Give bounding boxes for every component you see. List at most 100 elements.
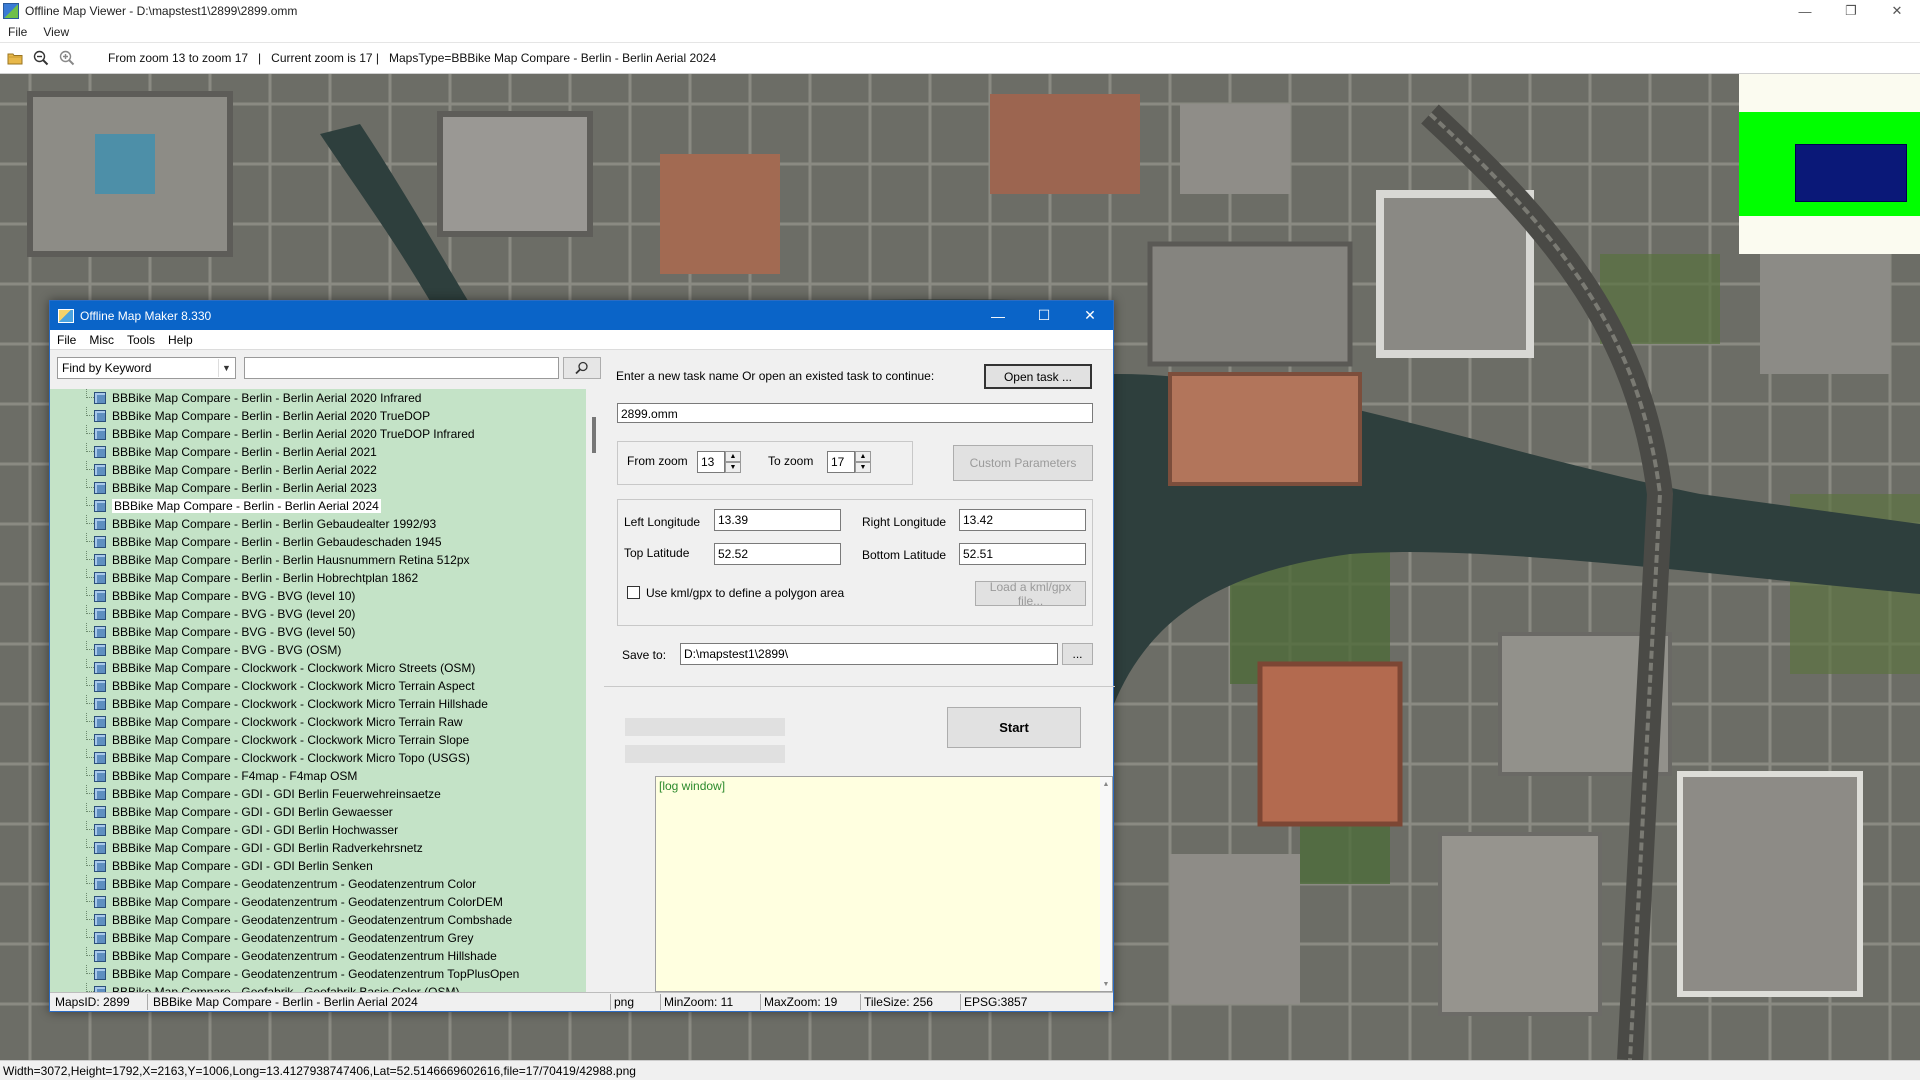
menu-view[interactable]: View	[35, 25, 77, 39]
tree-item[interactable]: BBBike Map Compare - Clockwork - Clockwo…	[50, 731, 586, 749]
tree-item[interactable]: BBBike Map Compare - F4map - F4map OSM	[50, 767, 586, 785]
map-layer-icon	[94, 446, 106, 458]
minimap-viewport[interactable]	[1795, 144, 1907, 202]
minimize-button[interactable]: —	[1782, 0, 1828, 22]
dialog-minimize-button[interactable]: —	[975, 301, 1021, 330]
tree-item[interactable]: BBBike Map Compare - GDI - GDI Berlin Fe…	[50, 785, 586, 803]
close-button[interactable]: ✕	[1874, 0, 1920, 22]
tree-item-label: BBBike Map Compare - Geodatenzentrum - G…	[112, 913, 513, 927]
tree-item-label: BBBike Map Compare - Geodatenzentrum - G…	[112, 895, 503, 909]
tree-item[interactable]: BBBike Map Compare - Berlin - Berlin Aer…	[50, 497, 586, 515]
tree-scrollbar-thumb[interactable]	[592, 417, 596, 453]
from-zoom-spinner[interactable]: ▲ ▼	[725, 451, 741, 473]
tree-item[interactable]: BBBike Map Compare - Berlin - Berlin Aer…	[50, 425, 586, 443]
tree-item[interactable]: BBBike Map Compare - Berlin - Berlin Aer…	[50, 443, 586, 461]
tree-item[interactable]: BBBike Map Compare - GDI - GDI Berlin Ho…	[50, 821, 586, 839]
tree-item-label: BBBike Map Compare - F4map - F4map OSM	[112, 769, 358, 783]
task-name-field[interactable]: 2899.omm	[617, 403, 1093, 423]
tree-item[interactable]: BBBike Map Compare - Berlin - Berlin Aer…	[50, 461, 586, 479]
map-layer-icon	[94, 842, 106, 854]
log-window[interactable]: [log window] ▲ ▼	[655, 776, 1113, 992]
load-kml-button[interactable]: Load a kml/gpx file...	[975, 580, 1086, 608]
tree-item[interactable]: BBBike Map Compare - Geodatenzentrum - G…	[50, 893, 586, 911]
map-layer-icon	[94, 500, 106, 512]
maximize-button[interactable]: ❐	[1828, 0, 1874, 22]
left-longitude-input[interactable]: 13.39	[714, 509, 841, 531]
tree-guide-line	[86, 713, 94, 722]
tree-item[interactable]: BBBike Map Compare - GDI - GDI Berlin Ra…	[50, 839, 586, 857]
dialog-menu-tools[interactable]: Tools	[120, 333, 161, 347]
tree-item[interactable]: BBBike Map Compare - Geodatenzentrum - G…	[50, 911, 586, 929]
map-layer-icon	[94, 482, 106, 494]
log-scrollbar[interactable]: ▲ ▼	[1100, 777, 1112, 991]
spinner-down-icon[interactable]: ▼	[855, 462, 871, 473]
from-zoom-input[interactable]: 13	[697, 451, 725, 473]
status-separator	[860, 994, 861, 1010]
tree-item[interactable]: BBBike Map Compare - Geodatenzentrum - G…	[50, 965, 586, 983]
tree-item[interactable]: BBBike Map Compare - Geodatenzentrum - G…	[50, 875, 586, 893]
tree-item-label: BBBike Map Compare - GDI - GDI Berlin Se…	[112, 859, 373, 873]
tree-item[interactable]: BBBike Map Compare - Clockwork - Clockwo…	[50, 695, 586, 713]
bottom-latitude-input[interactable]: 52.51	[959, 543, 1086, 565]
zoom-out-icon[interactable]	[30, 47, 52, 69]
to-zoom-spinner[interactable]: ▲ ▼	[855, 451, 871, 473]
open-folder-icon[interactable]	[4, 47, 26, 69]
spinner-down-icon[interactable]: ▼	[725, 462, 741, 473]
dialog-menu-help[interactable]: Help	[161, 333, 199, 347]
tree-item[interactable]: BBBike Map Compare - Berlin - Berlin Hob…	[50, 569, 586, 587]
spinner-up-icon[interactable]: ▲	[725, 451, 741, 462]
status-min-zoom: MinZoom: 11	[664, 995, 734, 1009]
tree-item[interactable]: BBBike Map Compare - Clockwork - Clockwo…	[50, 677, 586, 695]
browse-button[interactable]: ...	[1062, 643, 1093, 665]
zoom-in-icon[interactable]	[56, 47, 78, 69]
tree-item[interactable]: BBBike Map Compare - Berlin - Berlin Hau…	[50, 551, 586, 569]
tree-item[interactable]: BBBike Map Compare - Clockwork - Clockwo…	[50, 659, 586, 677]
search-mode-select[interactable]: Find by Keyword ▼	[57, 357, 236, 379]
tree-item[interactable]: BBBike Map Compare - Geodatenzentrum - G…	[50, 929, 586, 947]
tree-item[interactable]: BBBike Map Compare - BVG - BVG (OSM)	[50, 641, 586, 659]
map-layer-icon	[94, 428, 106, 440]
map-type-tree[interactable]: BBBike Map Compare - Berlin - Berlin Aer…	[50, 389, 586, 993]
tree-item[interactable]: BBBike Map Compare - Berlin - Berlin Geb…	[50, 533, 586, 551]
tree-item[interactable]: BBBike Map Compare - Berlin - Berlin Aer…	[50, 479, 586, 497]
tree-item[interactable]: BBBike Map Compare - Berlin - Berlin Aer…	[50, 407, 586, 425]
tree-item-label: BBBike Map Compare - Berlin - Berlin Geb…	[112, 517, 437, 531]
custom-parameters-button[interactable]: Custom Parameters	[953, 445, 1093, 481]
keyword-input[interactable]	[244, 357, 559, 379]
save-to-input[interactable]: D:\mapstest1\2899\	[680, 643, 1058, 665]
dialog-menu-file[interactable]: File	[50, 333, 82, 347]
progress-bar-total	[625, 718, 785, 736]
dialog-menu-misc[interactable]: Misc	[82, 333, 120, 347]
tree-item[interactable]: BBBike Map Compare - Berlin - Berlin Geb…	[50, 515, 586, 533]
tree-item[interactable]: BBBike Map Compare - BVG - BVG (level 20…	[50, 605, 586, 623]
search-button[interactable]	[563, 357, 601, 379]
right-longitude-input[interactable]: 13.42	[959, 509, 1086, 531]
dialog-close-button[interactable]: ✕	[1067, 301, 1113, 330]
tree-item-label: BBBike Map Compare - Geodatenzentrum - G…	[112, 967, 520, 981]
tree-item[interactable]: BBBike Map Compare - BVG - BVG (level 50…	[50, 623, 586, 641]
open-task-button[interactable]: Open task ...	[984, 364, 1092, 389]
tree-guide-line	[86, 821, 94, 830]
tree-item[interactable]: BBBike Map Compare - BVG - BVG (level 10…	[50, 587, 586, 605]
chevron-down-icon: ▼	[218, 359, 234, 377]
spinner-up-icon[interactable]: ▲	[855, 451, 871, 462]
overview-minimap[interactable]	[1739, 74, 1920, 254]
start-button[interactable]: Start	[947, 707, 1081, 748]
tree-item[interactable]: BBBike Map Compare - GDI - GDI Berlin Se…	[50, 857, 586, 875]
tree-item[interactable]: BBBike Map Compare - Clockwork - Clockwo…	[50, 713, 586, 731]
top-latitude-input[interactable]: 52.52	[714, 543, 841, 565]
app-icon	[3, 3, 19, 19]
dialog-title: Offline Map Maker 8.330	[80, 308, 212, 323]
scroll-down-icon[interactable]: ▼	[1100, 978, 1112, 990]
tree-item-label: BBBike Map Compare - Geodatenzentrum - G…	[112, 931, 474, 945]
scroll-up-icon[interactable]: ▲	[1100, 778, 1112, 790]
dialog-maximize-button[interactable]: ☐	[1021, 301, 1067, 330]
tree-item[interactable]: BBBike Map Compare - Clockwork - Clockwo…	[50, 749, 586, 767]
dialog-titlebar[interactable]: Offline Map Maker 8.330 — ☐ ✕	[50, 301, 1113, 330]
tree-item[interactable]: BBBike Map Compare - GDI - GDI Berlin Ge…	[50, 803, 586, 821]
use-kml-checkbox[interactable]	[627, 586, 640, 599]
to-zoom-input[interactable]: 17	[827, 451, 855, 473]
menu-file[interactable]: File	[0, 25, 35, 39]
tree-item[interactable]: BBBike Map Compare - Geodatenzentrum - G…	[50, 947, 586, 965]
tree-item[interactable]: BBBike Map Compare - Berlin - Berlin Aer…	[50, 389, 586, 407]
